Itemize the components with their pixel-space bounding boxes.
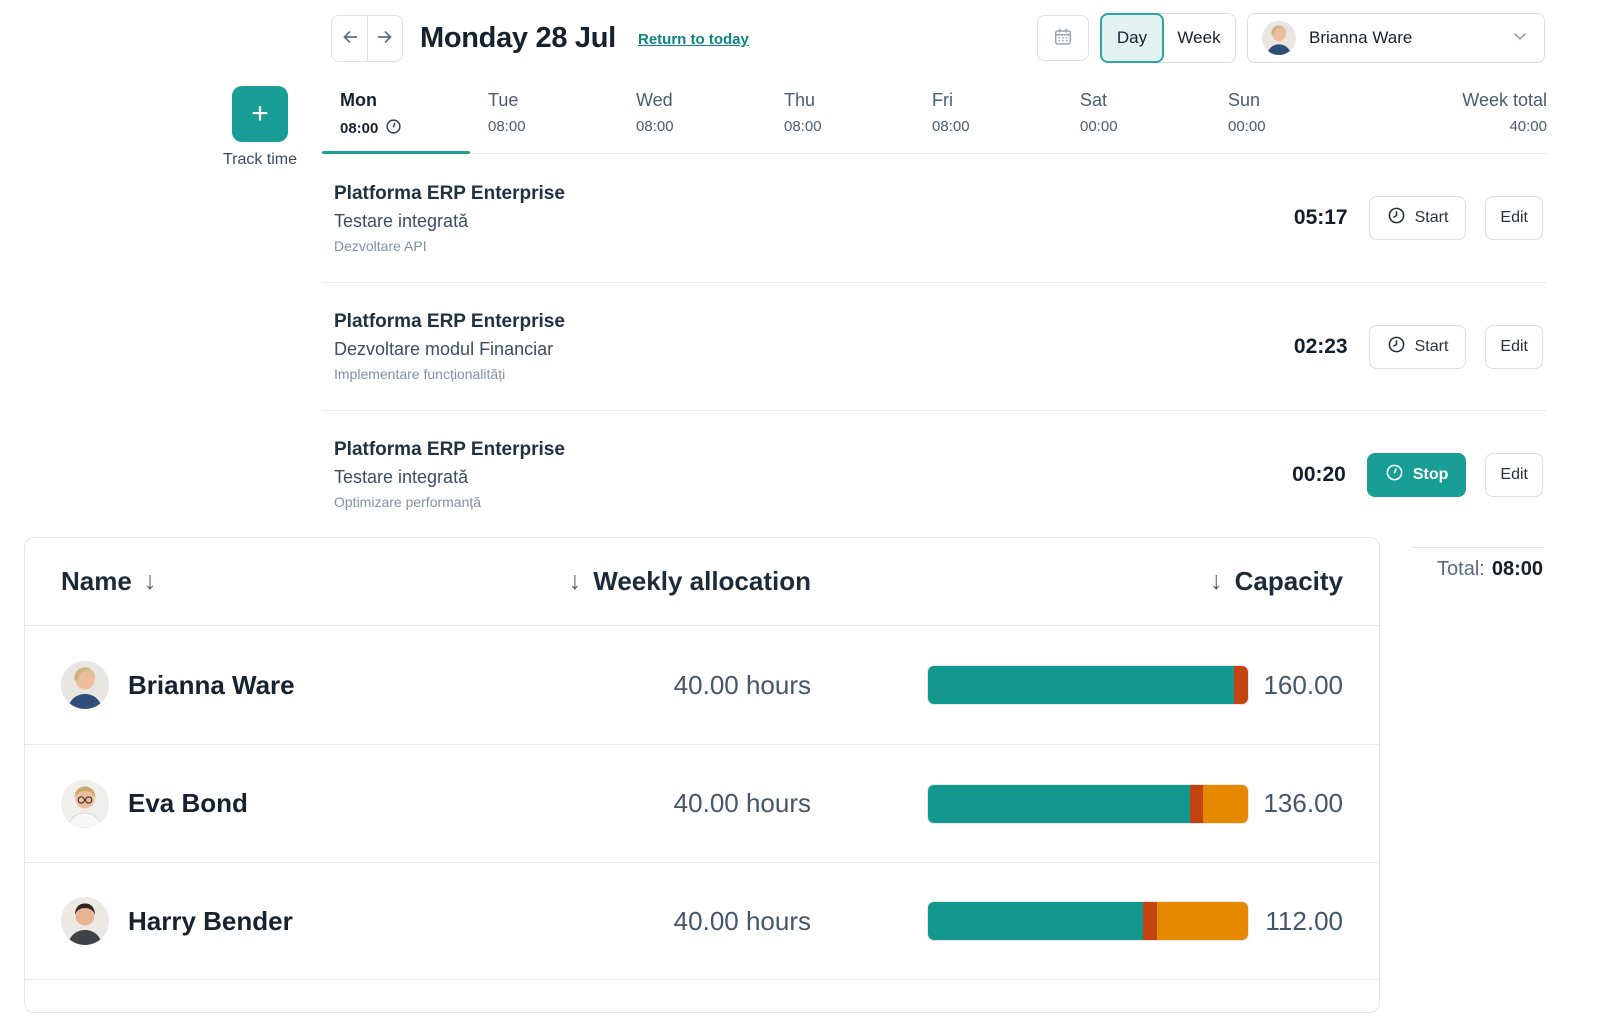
edit-button[interactable]: Edit: [1485, 196, 1543, 240]
sort-arrow-icon: ↓: [1210, 567, 1223, 596]
sort-capacity-header[interactable]: ↓ Capacity: [811, 566, 1343, 597]
allocation-value: 40.00 hours: [561, 670, 811, 701]
table-row[interactable]: Brianna Ware 40.00 hours 160.00: [25, 626, 1379, 744]
avatar: [61, 897, 109, 945]
time-entry-list: Platforma ERP Enterprise Testare integra…: [322, 154, 1547, 538]
table-row[interactable]: Eva Bond 40.00 hours 136.00: [25, 744, 1379, 862]
entry-project: Platforma ERP Enterprise: [334, 183, 565, 205]
edit-button[interactable]: Edit: [1485, 325, 1543, 369]
allocation-bar: [928, 902, 1248, 940]
member-name: Brianna Ware: [128, 670, 295, 701]
bar-segment-remaining: [1203, 785, 1248, 823]
allocation-bar: [928, 785, 1248, 823]
time-entry: Platforma ERP Enterprise Dezvoltare modu…: [322, 282, 1547, 410]
bar-segment-over: [1234, 666, 1248, 704]
member-name: Eva Bond: [128, 788, 248, 819]
entry-duration: 05:17: [1294, 206, 1348, 230]
arrow-left-icon: [339, 26, 361, 51]
entry-project: Platforma ERP Enterprise: [334, 311, 565, 333]
return-to-today-link[interactable]: Return to today: [638, 31, 749, 48]
selected-user-name: Brianna Ware: [1309, 28, 1497, 48]
arrow-right-icon: [374, 26, 396, 51]
tab-mon[interactable]: Mon 08:00: [322, 90, 470, 139]
avatar: [1262, 21, 1296, 55]
tab-sun[interactable]: Sun 00:00: [1210, 90, 1358, 139]
allocation-value: 40.00 hours: [561, 906, 811, 937]
bar-segment-over: [1143, 902, 1157, 940]
week-total-label: Week total: [1358, 90, 1547, 111]
tab-fri[interactable]: Fri 08:00: [914, 90, 1062, 139]
timer-running-icon: [1385, 463, 1404, 487]
chevron-down-icon: [1510, 26, 1530, 51]
bar-segment-over: [1190, 785, 1203, 823]
timer-running-icon: [385, 118, 402, 139]
bar-segment-allocated: [928, 785, 1190, 823]
start-button[interactable]: Start: [1369, 325, 1467, 369]
entry-subtask: Implementare funcționalități: [334, 366, 565, 382]
entry-project: Platforma ERP Enterprise: [334, 439, 565, 461]
entry-task: Dezvoltare modul Financiar: [334, 339, 565, 360]
edit-button[interactable]: Edit: [1485, 453, 1543, 497]
next-day-button[interactable]: [367, 16, 402, 61]
calendar-icon: [1052, 26, 1074, 51]
week-day-tabs: Mon 08:00 Tue 08:00 Wed 08:00 Thu 08:00 …: [322, 90, 1547, 139]
track-time: + Track time: [205, 86, 315, 169]
capacity-value: 112.00: [1248, 906, 1343, 937]
tab-thu[interactable]: Thu 08:00: [766, 90, 914, 139]
sort-arrow-icon: ↓: [569, 567, 582, 596]
entry-duration: 02:23: [1294, 335, 1348, 359]
sort-name-header[interactable]: Name ↓: [61, 566, 561, 597]
table-row[interactable]: Harry Bender 40.00 hours 112.00: [25, 862, 1379, 980]
bar-segment-allocated: [928, 902, 1143, 940]
table-header: Name ↓ ↓ Weekly allocation ↓ Capacity: [25, 538, 1379, 626]
clock-icon: [1387, 335, 1406, 359]
total-divider: [1411, 547, 1543, 548]
prev-day-button[interactable]: [332, 16, 367, 61]
user-selector[interactable]: Brianna Ware: [1247, 13, 1545, 63]
bar-segment-allocated: [928, 666, 1234, 704]
total-label: Total:: [1437, 558, 1485, 580]
tab-wed[interactable]: Wed 08:00: [618, 90, 766, 139]
sort-allocation-header[interactable]: ↓ Weekly allocation: [561, 566, 811, 597]
tab-sat[interactable]: Sat 00:00: [1062, 90, 1210, 139]
timer-page: Monday 28 Jul Return to today Day Week B…: [0, 0, 1620, 1018]
time-entry: Platforma ERP Enterprise Testare integra…: [322, 154, 1547, 282]
page-title: Monday 28 Jul: [420, 22, 616, 55]
week-toggle[interactable]: Week: [1158, 13, 1236, 63]
member-name: Harry Bender: [128, 906, 293, 937]
entry-duration: 00:20: [1292, 463, 1346, 487]
start-button[interactable]: Start: [1369, 196, 1467, 240]
week-total-value: 40:00: [1358, 118, 1547, 135]
plus-icon: +: [251, 97, 269, 130]
capacity-value: 136.00: [1248, 788, 1343, 819]
day-total: Total: 08:00: [1380, 558, 1543, 581]
date-nav: [331, 15, 403, 62]
week-total: Week total 40:00: [1358, 90, 1547, 139]
clock-icon: [1387, 206, 1406, 230]
team-table: Name ↓ ↓ Weekly allocation ↓ Capacity Br…: [24, 537, 1380, 1013]
avatar: [61, 661, 109, 709]
calendar-button[interactable]: [1037, 15, 1089, 61]
view-toggle: Day Week: [1100, 13, 1236, 63]
tab-tue[interactable]: Tue 08:00: [470, 90, 618, 139]
track-time-label: Track time: [205, 151, 315, 169]
avatar: [61, 780, 109, 828]
bar-segment-remaining: [1157, 902, 1248, 940]
track-time-button[interactable]: +: [232, 86, 288, 142]
entry-subtask: Dezvoltare API: [334, 238, 565, 254]
allocation-value: 40.00 hours: [561, 788, 811, 819]
time-entry: Platforma ERP Enterprise Testare integra…: [322, 410, 1547, 538]
total-value: 08:00: [1492, 558, 1543, 580]
sort-arrow-icon: ↓: [144, 567, 157, 596]
stop-button[interactable]: Stop: [1367, 453, 1467, 497]
allocation-bar: [928, 666, 1248, 704]
entry-task: Testare integrată: [334, 467, 565, 488]
entry-subtask: Optimizare performanță: [334, 494, 565, 510]
capacity-value: 160.00: [1248, 670, 1343, 701]
entry-task: Testare integrată: [334, 211, 565, 232]
day-toggle[interactable]: Day: [1100, 13, 1164, 63]
